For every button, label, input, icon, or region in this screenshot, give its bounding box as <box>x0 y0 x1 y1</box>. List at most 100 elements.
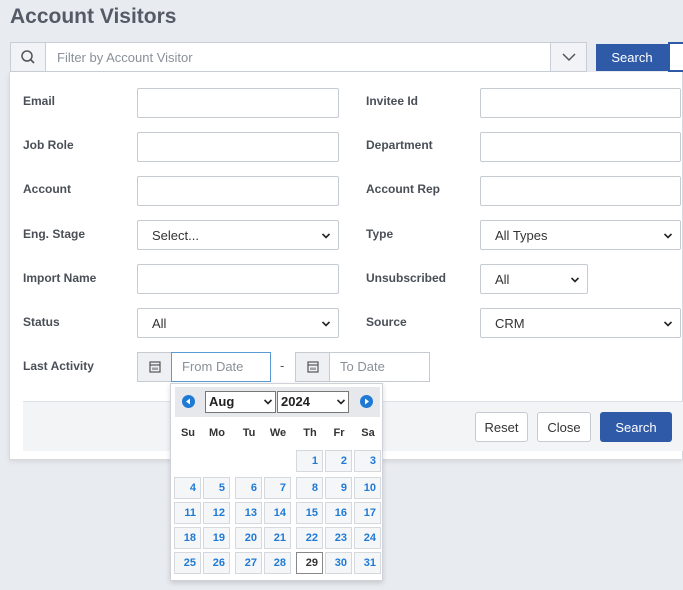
source-select[interactable]: CRM <box>480 308 681 338</box>
invitee-id-label: Invitee Id <box>366 94 419 108</box>
calendar-day[interactable]: 22 <box>296 527 323 549</box>
account-rep-field[interactable] <box>480 176 681 206</box>
calendar-day[interactable]: 27 <box>235 552 262 574</box>
month-value: Aug <box>209 394 235 409</box>
chevron-down-icon <box>322 321 330 327</box>
import-name-field[interactable] <box>137 264 339 294</box>
calendar-day[interactable]: 5 <box>203 477 230 499</box>
to-date-group: To Date <box>295 352 430 382</box>
type-value: All Types <box>495 228 548 243</box>
account-label: Account <box>23 182 71 196</box>
search-button-edge <box>668 42 683 72</box>
calendar-day[interactable]: 14 <box>264 502 291 524</box>
email-label: Email <box>23 94 56 108</box>
weekday-header: Mo <box>209 427 225 439</box>
calendar-day[interactable]: 13 <box>235 502 262 524</box>
type-label: Type <box>366 227 394 241</box>
calendar-day[interactable]: 2 <box>325 450 352 472</box>
calendar-day[interactable]: 18 <box>174 527 201 549</box>
email-field[interactable] <box>137 88 339 118</box>
unsubscribed-select[interactable]: All <box>480 264 588 294</box>
page-title: Account Visitors <box>10 5 177 28</box>
status-label: Status <box>23 315 60 329</box>
calendar-day[interactable]: 6 <box>235 477 262 499</box>
status-value: All <box>152 316 167 331</box>
source-value: CRM <box>495 316 525 331</box>
last-activity-label: Last Activity <box>23 359 94 373</box>
calendar-day[interactable]: 10 <box>354 477 381 499</box>
calendar-day[interactable]: 19 <box>203 527 230 549</box>
to-date-input[interactable]: To Date <box>329 352 430 382</box>
import-name-label: Import Name <box>23 271 97 285</box>
weekday-header: Th <box>303 427 317 439</box>
datepicker: Aug 2024 Su Mo Tu We Th Fr Sa 1 2 3 4 5 6 7 8 9 10 11 12 13… <box>170 383 383 581</box>
unsubscribed-value: All <box>495 272 510 287</box>
status-select[interactable]: All <box>137 308 339 338</box>
calendar-day[interactable]: 4 <box>174 477 201 499</box>
weekday-header: Sa <box>361 427 375 439</box>
calendar-day[interactable]: 30 <box>325 552 352 574</box>
eng-stage-label: Eng. Stage <box>23 227 86 241</box>
calendar-day[interactable]: 1 <box>296 450 323 472</box>
calendar-day[interactable]: 24 <box>354 527 381 549</box>
weekday-header: Tu <box>242 427 256 439</box>
chevron-down-icon[interactable] <box>550 43 586 71</box>
chevron-down-icon <box>571 277 579 283</box>
search-icon[interactable] <box>11 43 46 71</box>
job-role-field[interactable] <box>137 132 339 162</box>
calendar-day[interactable]: 3 <box>354 450 381 472</box>
calendar-day[interactable]: 25 <box>174 552 201 574</box>
calendar-day[interactable]: 16 <box>325 502 352 524</box>
calendar-day[interactable]: 31 <box>354 552 381 574</box>
next-month-icon[interactable] <box>360 395 373 408</box>
reset-button[interactable]: Reset <box>475 412 528 442</box>
invitee-id-field[interactable] <box>480 88 681 118</box>
month-select[interactable]: Aug <box>205 391 276 413</box>
from-date-group: From Date <box>137 352 272 382</box>
unsubscribed-label: Unsubscribed <box>366 271 447 285</box>
calendar-day[interactable]: 12 <box>203 502 230 524</box>
account-field[interactable] <box>137 176 339 206</box>
calendar-day[interactable]: 20 <box>235 527 262 549</box>
calendar-day[interactable]: 9 <box>325 477 352 499</box>
weekday-header: Su <box>180 427 196 439</box>
calendar-day[interactable]: 29 <box>296 552 323 574</box>
apply-search-button[interactable]: Search <box>600 412 672 442</box>
calendar-day[interactable]: 17 <box>354 502 381 524</box>
calendar-day[interactable]: 21 <box>264 527 291 549</box>
calendar-icon[interactable] <box>137 352 172 382</box>
calendar-day[interactable]: 28 <box>264 552 291 574</box>
source-label: Source <box>366 315 407 329</box>
chevron-down-icon <box>264 399 272 405</box>
year-value: 2024 <box>281 394 310 409</box>
type-select[interactable]: All Types <box>480 220 681 250</box>
chevron-down-icon <box>664 321 672 327</box>
eng-stage-value: Select... <box>152 228 199 243</box>
close-button[interactable]: Close <box>537 412 591 442</box>
department-label: Department <box>366 138 433 152</box>
eng-stage-select[interactable]: Select... <box>137 220 339 250</box>
chevron-down-icon <box>322 233 330 239</box>
calendar-day[interactable]: 26 <box>203 552 230 574</box>
weekday-header: We <box>269 427 287 439</box>
account-rep-label: Account Rep <box>366 182 441 196</box>
calendar-day[interactable]: 7 <box>264 477 291 499</box>
calendar-day[interactable]: 8 <box>296 477 323 499</box>
chevron-down-icon <box>337 399 345 405</box>
calendar-day[interactable]: 23 <box>325 527 352 549</box>
calendar-icon[interactable] <box>295 352 330 382</box>
datepicker-header: Aug 2024 <box>175 387 380 417</box>
prev-month-icon[interactable] <box>182 395 195 408</box>
search-button[interactable]: Search <box>596 44 668 71</box>
calendar-day[interactable]: 15 <box>296 502 323 524</box>
calendar-day[interactable]: 11 <box>174 502 201 524</box>
job-role-label: Job Role <box>23 138 74 152</box>
date-range-separator: - <box>280 358 285 373</box>
weekday-header: Fr <box>333 427 345 439</box>
search-bar <box>10 42 587 72</box>
year-select[interactable]: 2024 <box>277 391 349 413</box>
search-input[interactable] <box>47 43 551 71</box>
chevron-down-icon <box>664 233 672 239</box>
from-date-input[interactable]: From Date <box>171 352 271 382</box>
department-field[interactable] <box>480 132 681 162</box>
